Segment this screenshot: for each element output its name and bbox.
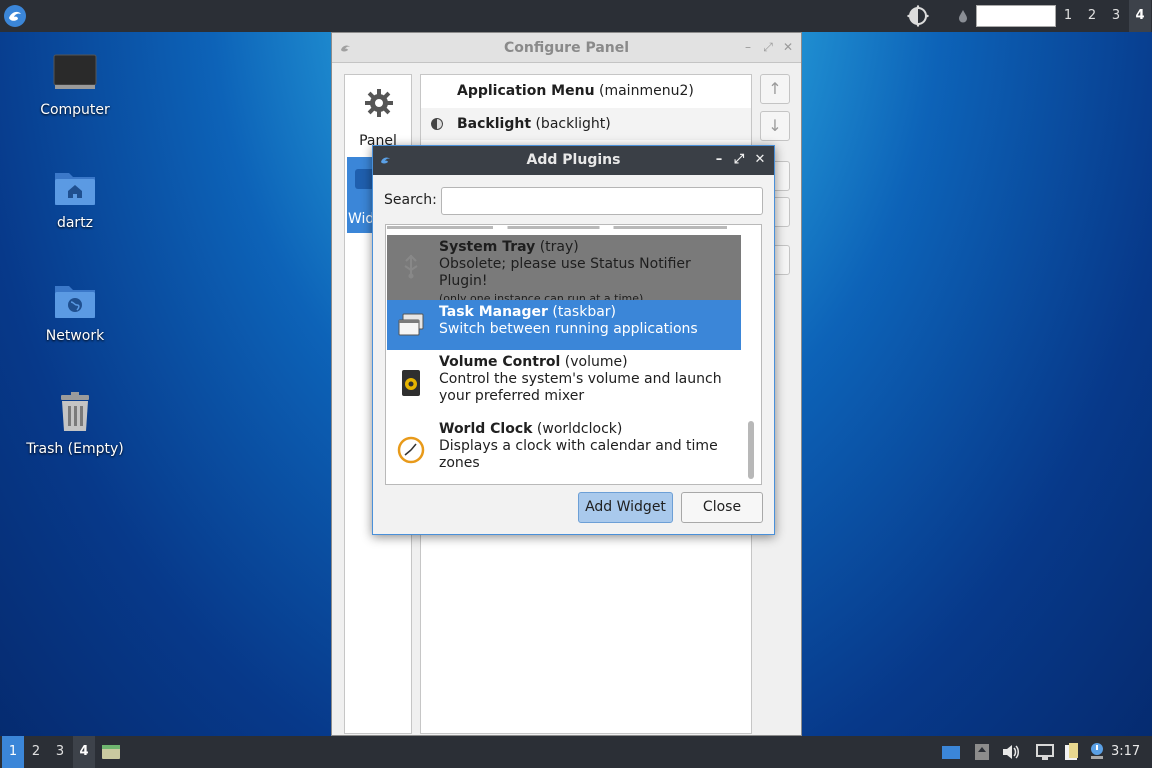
trash-icon xyxy=(61,392,89,431)
lxqt-logo-icon[interactable] xyxy=(3,4,27,28)
maximize-icon[interactable]: ⤢ xyxy=(760,39,776,55)
top-panel: 1 2 3 4 xyxy=(0,0,1152,32)
list-scrollbar[interactable] xyxy=(748,421,754,479)
dialog-titlebar[interactable]: Add Plugins – ⤢ ✕ xyxy=(373,146,774,175)
desktop-icon-trash[interactable]: Trash (Empty) xyxy=(15,389,135,457)
minimize-icon[interactable]: – xyxy=(740,39,756,55)
plugin-id: (volume) xyxy=(564,354,628,370)
speaker-icon xyxy=(402,370,420,396)
windows-icon xyxy=(398,313,424,336)
gear-icon[interactable] xyxy=(363,87,395,119)
plugin-description: Displays a clock with calendar and time … xyxy=(439,438,718,471)
desktop-icon-label: Trash (Empty) xyxy=(26,441,124,457)
workspace-2-button[interactable]: 2 xyxy=(25,736,47,768)
drop-icon[interactable] xyxy=(955,8,971,24)
window-title: Configure Panel xyxy=(503,40,630,56)
list-item[interactable]: Backlight (backlight) xyxy=(421,108,751,140)
widget-id: (backlight) xyxy=(535,116,611,132)
partially-visible-item xyxy=(387,225,741,235)
search-input[interactable] xyxy=(441,187,763,215)
plugin-id: (tray) xyxy=(539,239,579,255)
plugin-item-volume-control[interactable]: Volume Control (volume) Control the syst… xyxy=(387,350,741,417)
plugin-description: Switch between running applications xyxy=(439,321,698,337)
plugin-name: System Tray xyxy=(439,239,536,255)
window-titlebar[interactable]: Configure Panel – ⤢ ✕ xyxy=(332,33,801,63)
workspace-4-button[interactable]: 4 xyxy=(73,736,95,768)
search-label: Search: xyxy=(384,192,437,208)
plugin-item-task-manager[interactable]: Task Manager (taskbar) Switch between ru… xyxy=(387,300,741,350)
show-desktop-icon[interactable] xyxy=(101,742,121,762)
plugin-name: Volume Control xyxy=(439,354,561,370)
close-icon[interactable]: ✕ xyxy=(752,152,768,168)
clipboard-icon[interactable] xyxy=(1062,742,1082,762)
widget-id: (mainmenu2) xyxy=(599,83,694,99)
bottom-panel: 1 2 3 4 3:17 xyxy=(0,736,1152,768)
monitor-icon xyxy=(53,54,97,89)
workspace-1-button[interactable]: 1 xyxy=(1057,0,1079,32)
desktop-icon-home[interactable]: dartz xyxy=(15,163,135,231)
add-plugins-dialog: Add Plugins – ⤢ ✕ Search: System Tray (t… xyxy=(372,145,775,535)
network-icon[interactable] xyxy=(1035,742,1055,762)
plugin-description: Obsolete; please use Status Notifier Plu… xyxy=(439,256,691,289)
network-folder-icon xyxy=(55,286,95,318)
clock[interactable]: 3:17 xyxy=(1111,736,1140,768)
brightness-icon xyxy=(431,118,443,130)
plugin-description: Control the system's volume and launch y… xyxy=(439,371,722,404)
arrow-up-icon: ↑ xyxy=(768,79,782,98)
window-icon[interactable] xyxy=(941,742,961,762)
maximize-icon[interactable]: ⤢ xyxy=(731,152,747,168)
home-folder-icon xyxy=(55,173,95,205)
plugin-text: Task Manager (taskbar) Switch between ru… xyxy=(439,304,737,338)
arrow-down-icon: ↓ xyxy=(768,116,782,135)
desktop-icon-label: Network xyxy=(45,328,105,344)
plugin-name: World Clock xyxy=(439,421,533,437)
move-up-button[interactable]: ↑ xyxy=(760,74,790,104)
widget-name: Backlight xyxy=(457,116,532,132)
plugin-text: Volume Control (volume) Control the syst… xyxy=(439,354,737,405)
usb-icon xyxy=(404,254,418,279)
close-button[interactable]: Close xyxy=(681,492,763,523)
close-icon[interactable]: ✕ xyxy=(780,39,796,55)
plugin-text: World Clock (worldclock) Displays a cloc… xyxy=(439,421,737,472)
desktop-icon-network[interactable]: Network xyxy=(15,276,135,344)
add-widget-button[interactable]: Add Widget xyxy=(578,492,673,523)
panel-text-field[interactable] xyxy=(976,5,1056,27)
minimize-icon[interactable]: – xyxy=(711,152,727,168)
widget-name: Application Menu xyxy=(457,83,595,99)
list-item[interactable]: Application Menu (mainmenu2) xyxy=(421,75,751,107)
desktop-icon-computer[interactable]: Computer xyxy=(15,50,135,118)
plugin-id: (worldclock) xyxy=(536,421,623,437)
plugin-id: (taskbar) xyxy=(552,304,617,320)
volume-icon[interactable] xyxy=(1000,742,1020,762)
plugin-name: Task Manager xyxy=(439,304,548,320)
workspace-2-button[interactable]: 2 xyxy=(1081,0,1103,32)
clock-icon xyxy=(397,436,425,464)
workspace-3-button[interactable]: 3 xyxy=(49,736,71,768)
plugin-item-system-tray[interactable]: System Tray (tray) Obsolete; please use … xyxy=(387,235,741,305)
workspace-3-button[interactable]: 3 xyxy=(1105,0,1127,32)
notification-icon[interactable] xyxy=(1087,742,1107,762)
plugin-text: System Tray (tray) Obsolete; please use … xyxy=(439,239,737,307)
plugin-item-world-clock[interactable]: World Clock (worldclock) Displays a cloc… xyxy=(387,417,741,484)
workspace-1-button[interactable]: 1 xyxy=(2,736,24,768)
plugin-list[interactable]: System Tray (tray) Obsolete; please use … xyxy=(385,224,762,485)
eject-icon[interactable] xyxy=(972,742,992,762)
workspace-4-button[interactable]: 4 xyxy=(1129,0,1151,32)
brightness-icon[interactable] xyxy=(907,5,929,27)
desktop-icon-label: Computer xyxy=(40,102,110,118)
desktop-icon-label: dartz xyxy=(56,215,94,231)
move-down-button[interactable]: ↓ xyxy=(760,111,790,141)
